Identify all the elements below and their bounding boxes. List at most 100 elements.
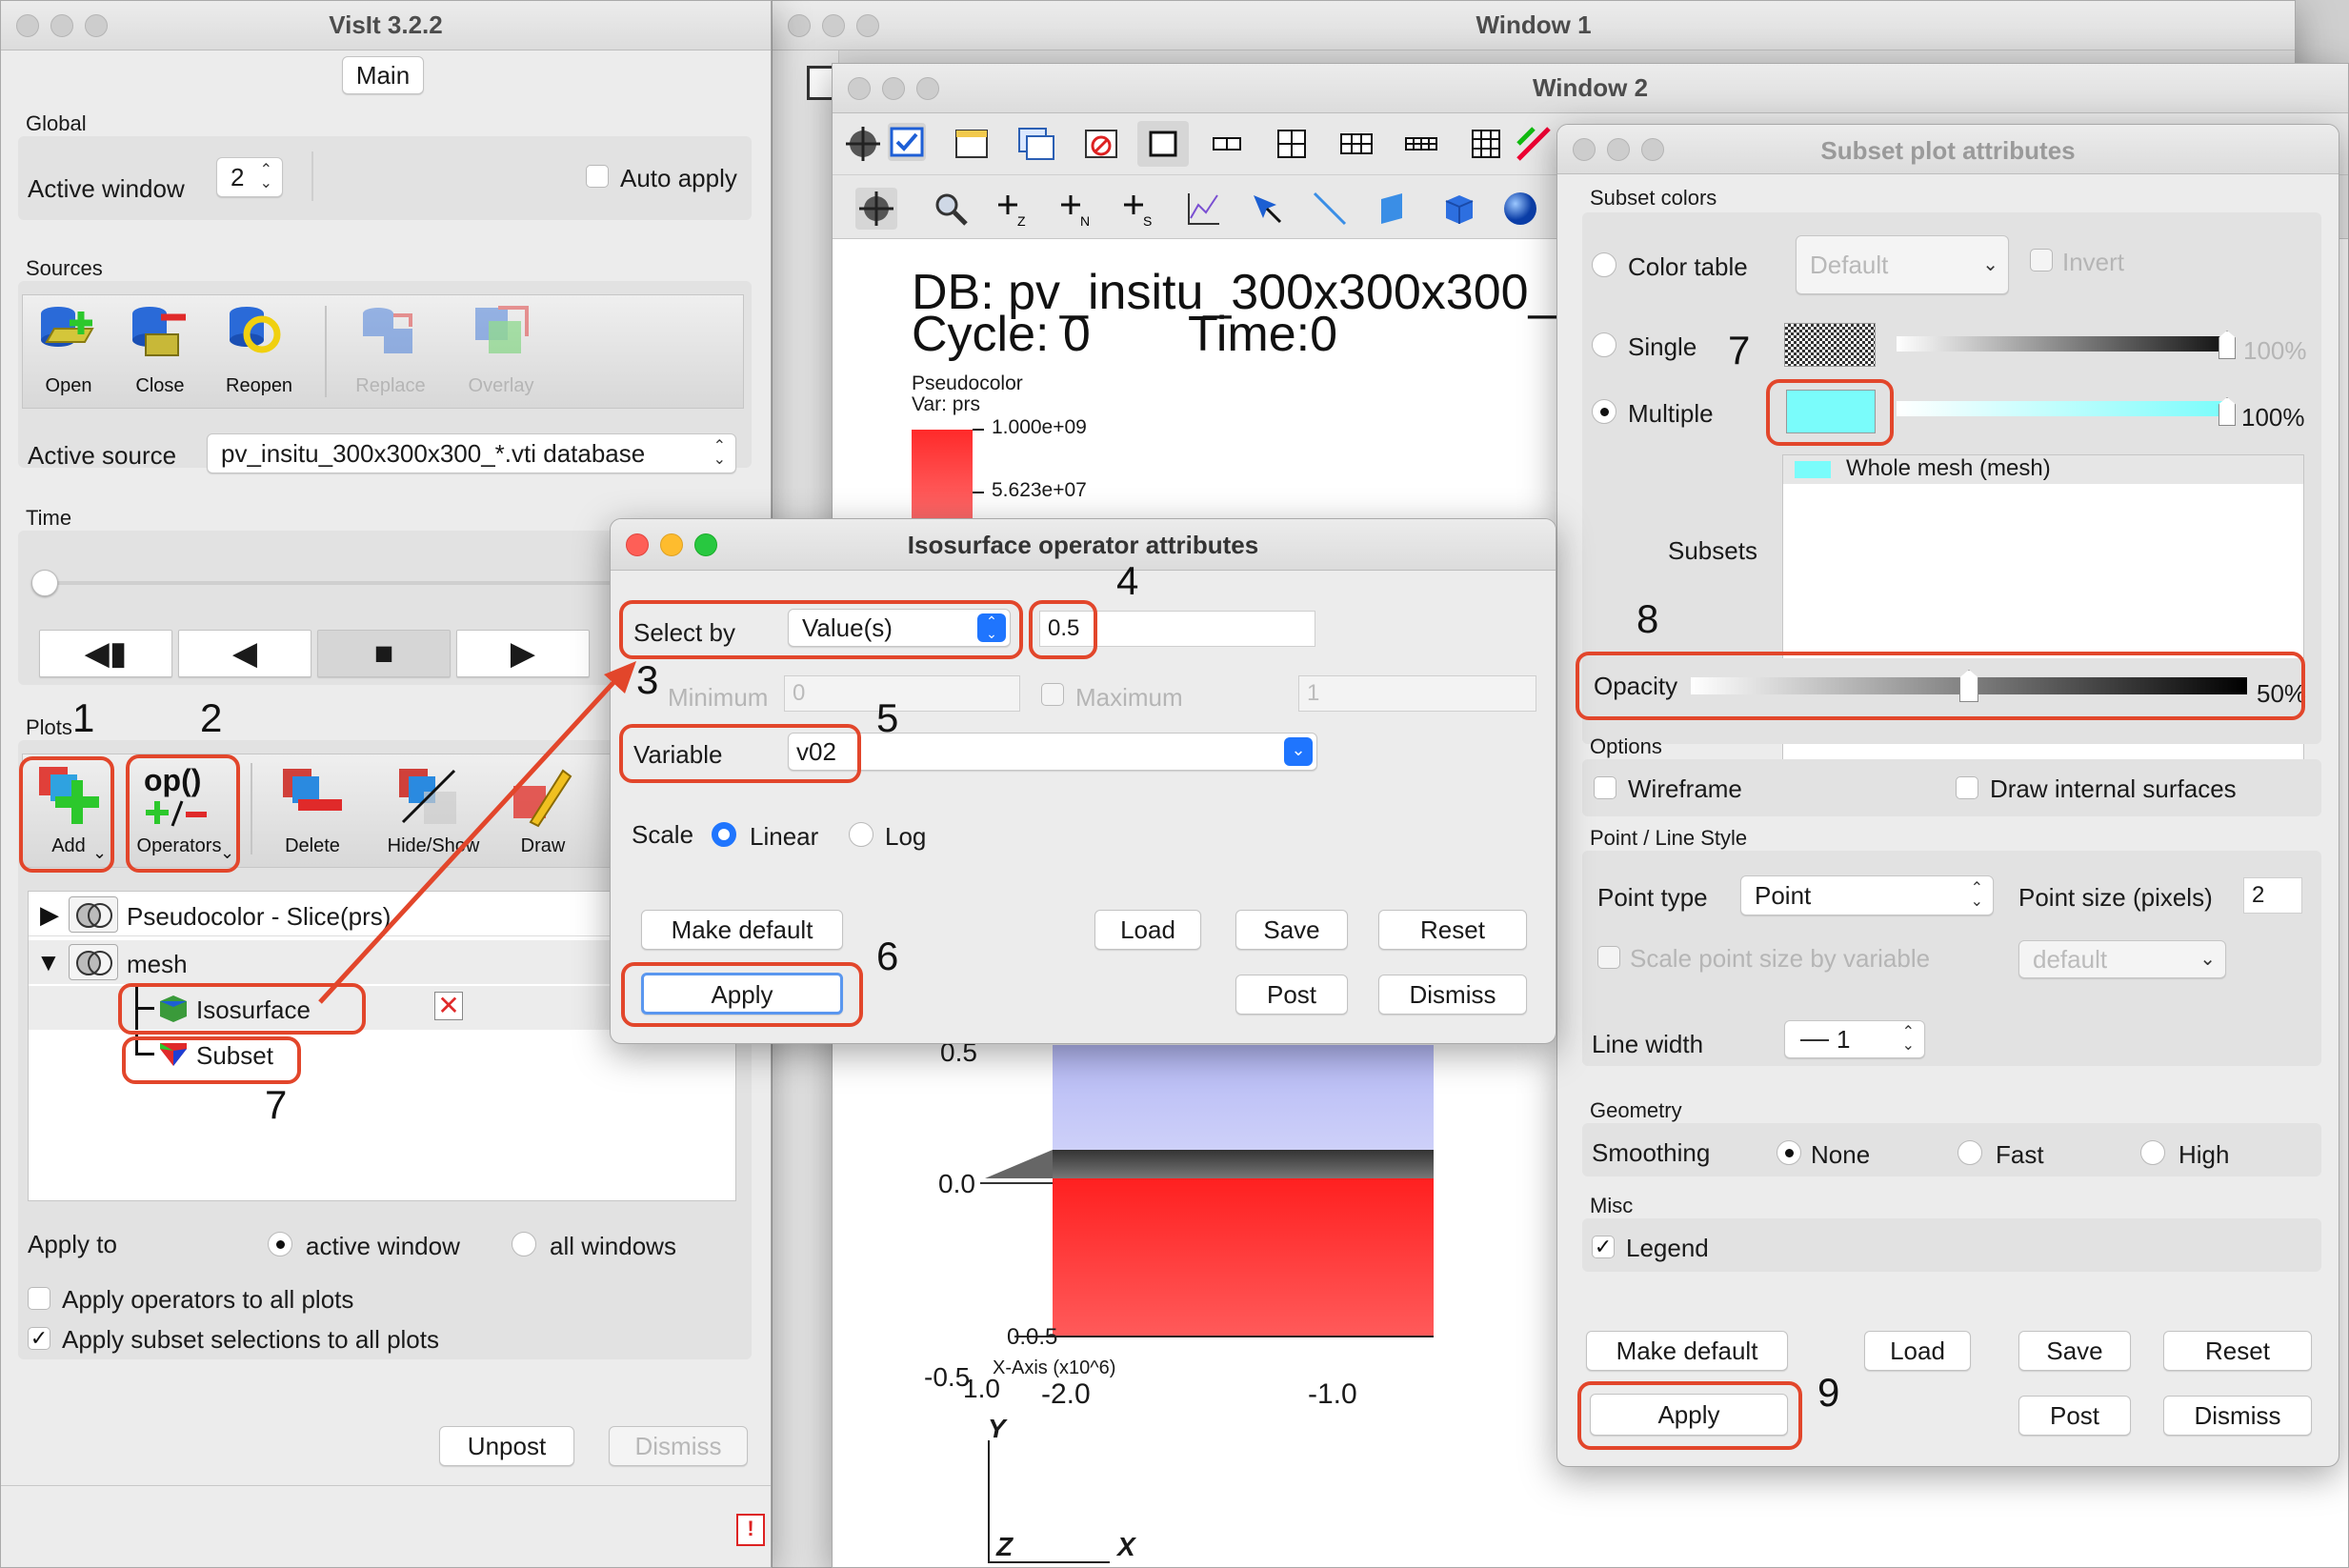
wireframe-checkbox[interactable] <box>1594 776 1616 799</box>
add-plot-icon[interactable] <box>35 763 102 834</box>
interactor-navigate-icon[interactable] <box>855 188 897 230</box>
pick-arrow-icon[interactable] <box>1248 190 1286 228</box>
close-source-icon[interactable] <box>129 304 191 366</box>
play-reverse-button[interactable]: ◀ <box>178 630 311 677</box>
delete-plot-icon[interactable] <box>279 763 346 834</box>
time-slider-thumb[interactable] <box>31 570 58 596</box>
box-tool-icon[interactable] <box>1438 190 1476 228</box>
scale-variable-select[interactable]: default ⌄ <box>2018 940 2226 978</box>
make-default-button[interactable]: Make default <box>641 910 843 950</box>
operators-icon[interactable] <box>146 797 209 836</box>
load-button[interactable]: Load <box>1864 1331 1971 1371</box>
load-button[interactable]: Load <box>1094 910 1201 950</box>
scale-linear-radio[interactable] <box>712 822 736 847</box>
smoothing-none-radio[interactable] <box>1777 1140 1801 1165</box>
smoothing-fast-radio[interactable] <box>1958 1140 1982 1165</box>
new-window-icon[interactable] <box>953 125 991 163</box>
visibility-toggle[interactable] <box>69 944 118 980</box>
clone-window-icon[interactable] <box>1017 125 1055 163</box>
scale-point-size-checkbox[interactable] <box>1597 946 1620 969</box>
lock-view-icon[interactable] <box>1515 125 1553 163</box>
delete-operator-icon[interactable]: ✕ <box>434 992 463 1020</box>
single-color-swatch[interactable] <box>1784 323 1876 367</box>
draw-icon[interactable] <box>512 763 578 834</box>
draw-internal-checkbox[interactable] <box>1956 776 1978 799</box>
dismiss-button[interactable]: Dismiss <box>2163 1396 2312 1436</box>
auto-apply-checkbox[interactable] <box>586 165 609 188</box>
hide-show-icon[interactable] <box>395 763 462 834</box>
color-table-radio[interactable] <box>1592 252 1616 277</box>
dismiss-button[interactable]: Dismiss <box>609 1426 748 1466</box>
active-window-select[interactable]: 2 ⌃ ⌄ <box>216 157 283 197</box>
spreadsheet-pick-icon[interactable]: S <box>1120 190 1158 229</box>
apply-button[interactable]: Apply <box>1590 1394 1788 1436</box>
single-radio[interactable] <box>1592 332 1616 357</box>
visibility-toggle[interactable] <box>69 896 118 933</box>
line-width-select[interactable]: 1 ⌃ ⌄ <box>1784 1020 1925 1058</box>
line-tool-icon[interactable] <box>1311 190 1349 228</box>
apply-operators-all-checkbox[interactable] <box>28 1287 50 1310</box>
single-opacity-slider[interactable] <box>1897 336 2228 352</box>
alert-icon[interactable]: ! <box>736 1514 765 1546</box>
layout-1x1-icon[interactable] <box>1137 121 1189 167</box>
list-item[interactable]: Whole mesh (mesh) <box>1783 455 2303 484</box>
scale-log-radio[interactable] <box>849 822 873 847</box>
save-button[interactable]: Save <box>1235 910 1348 950</box>
overlay-icon[interactable] <box>472 304 534 366</box>
legend-max: 1.000e+09 <box>992 416 1087 438</box>
collapse-arrow-icon[interactable]: ▼ <box>36 948 61 977</box>
apply-button[interactable]: Apply <box>641 973 843 1015</box>
maximum-input[interactable]: 1 <box>1298 675 1536 712</box>
point-size-input[interactable]: 2 <box>2243 877 2302 914</box>
play-button[interactable]: ▶ <box>456 630 590 677</box>
plane-tool-icon[interactable] <box>1375 190 1414 228</box>
layout-3x3-icon[interactable] <box>1467 125 1505 163</box>
reopen-icon[interactable] <box>226 304 289 366</box>
delete-window-icon[interactable] <box>1082 125 1120 163</box>
active-source-select[interactable]: pv_insitu_300x300x300_*.vti database ⌃ ⌄ <box>207 433 736 473</box>
active-window-radio[interactable] <box>268 1232 292 1256</box>
sphere-tool-icon[interactable] <box>1501 190 1539 228</box>
stop-button[interactable]: ■ <box>317 630 451 677</box>
dismiss-button[interactable]: Dismiss <box>1378 975 1527 1015</box>
reset-button[interactable]: Reset <box>2163 1331 2312 1371</box>
reset-button[interactable]: Reset <box>1378 910 1527 950</box>
zoom-tool-icon[interactable] <box>932 190 970 228</box>
zone-pick-icon[interactable]: Z <box>994 190 1033 229</box>
layout-2x2-icon[interactable] <box>1273 125 1311 163</box>
tab-main[interactable]: Main <box>342 56 424 94</box>
make-default-button[interactable]: Make default <box>1586 1331 1788 1371</box>
replace-icon[interactable] <box>359 304 422 366</box>
step-back-button[interactable]: ◀▮ <box>39 630 172 677</box>
post-button[interactable]: Post <box>2018 1396 2131 1436</box>
apply-subset-all-checkbox[interactable]: ✓ <box>28 1327 50 1350</box>
maximum-checkbox[interactable] <box>1041 683 1064 706</box>
multiple-opacity-slider[interactable] <box>1897 401 2228 416</box>
layout-2x3-icon[interactable] <box>1337 125 1375 163</box>
toolbar-selected-icon[interactable] <box>888 123 926 161</box>
layout-2x4-icon[interactable] <box>1402 125 1440 163</box>
layout-1x2-icon[interactable] <box>1208 125 1246 163</box>
smoothing-high-radio[interactable] <box>2140 1140 2165 1165</box>
unpost-button[interactable]: Unpost <box>439 1426 574 1466</box>
multiple-color-swatch[interactable] <box>1786 390 1876 433</box>
node-pick-icon[interactable]: N <box>1057 190 1095 229</box>
all-windows-radio[interactable] <box>512 1232 536 1256</box>
multiple-radio[interactable] <box>1592 399 1616 424</box>
lineout-icon[interactable] <box>1185 190 1223 228</box>
legend-label: Legend <box>1626 1234 1709 1262</box>
legend-checkbox[interactable]: ✓ <box>1592 1236 1615 1258</box>
open-icon[interactable] <box>37 304 100 366</box>
save-button[interactable]: Save <box>2018 1331 2131 1371</box>
minimum-input[interactable]: 0 <box>784 675 1020 712</box>
navigate-icon[interactable] <box>844 125 882 163</box>
step-number-7: 7 <box>265 1082 288 1127</box>
invert-checkbox[interactable] <box>2030 249 2053 271</box>
expand-arrow-icon[interactable]: ▶ <box>40 900 59 930</box>
point-type-select[interactable]: Point ⌃ ⌄ <box>1740 875 1994 915</box>
variable-select[interactable]: v02 ⌄ <box>788 733 1317 771</box>
color-table-select[interactable]: Default ⌄ <box>1796 235 2009 294</box>
select-by-select[interactable]: Value(s) ⌃ ⌄ <box>788 609 1011 647</box>
post-button[interactable]: Post <box>1235 975 1348 1015</box>
value-input[interactable]: 0.5 <box>1039 611 1315 647</box>
